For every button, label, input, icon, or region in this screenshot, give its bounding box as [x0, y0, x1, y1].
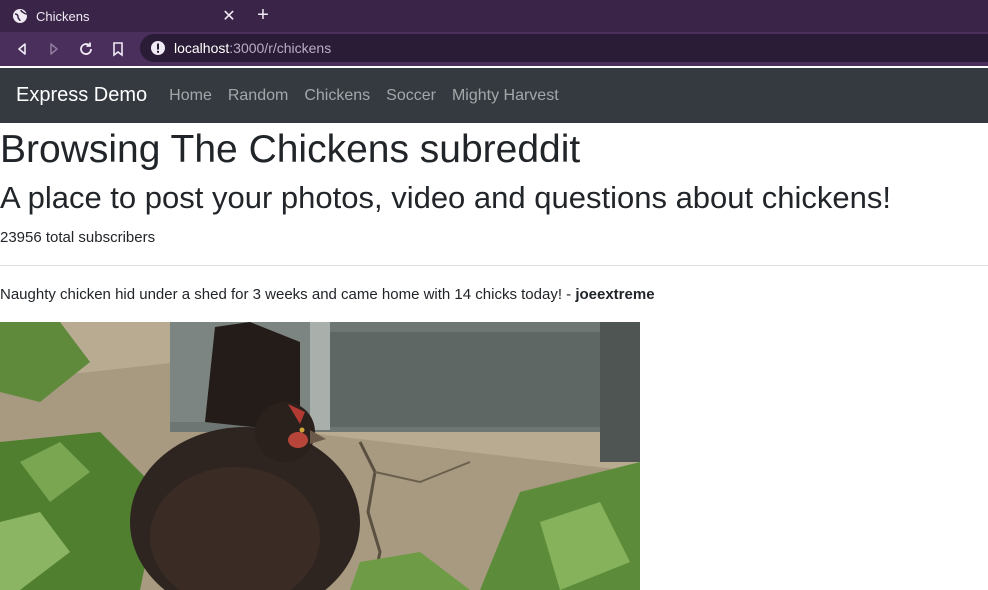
browser-tab-strip: Chickens ✕ +	[0, 0, 988, 32]
nav-link-chickens[interactable]: Chickens	[304, 87, 370, 105]
subscriber-count: 23956 total subscribers	[0, 229, 156, 246]
post-image	[0, 322, 640, 590]
url-host: localhost	[174, 40, 230, 56]
post-title: Naughty chicken hid under a shed for 3 w…	[0, 286, 562, 303]
app-navbar: Express Demo Home Random Chickens Soccer…	[0, 68, 988, 123]
tab-title: Chickens	[36, 8, 90, 24]
globe-icon	[12, 8, 28, 24]
back-icon[interactable]	[6, 34, 38, 64]
chicken-photo	[0, 322, 640, 590]
nav-link-home[interactable]: Home	[169, 87, 212, 105]
close-tab-icon[interactable]: ✕	[221, 8, 237, 25]
bookmark-icon[interactable]	[102, 34, 134, 64]
post-author: joeextreme	[575, 286, 655, 303]
browser-tab[interactable]: Chickens ✕	[0, 0, 245, 32]
forward-icon[interactable]	[38, 34, 70, 64]
new-tab-icon[interactable]: +	[252, 4, 274, 26]
url-path: :3000/r/chickens	[229, 40, 332, 56]
page-title: Browsing The Chickens subreddit	[0, 128, 581, 171]
nav-link-mighty-harvest[interactable]: Mighty Harvest	[452, 87, 559, 105]
divider	[0, 265, 988, 266]
page-subtitle: A place to post your photos, video and q…	[0, 180, 891, 215]
reload-icon[interactable]	[70, 34, 102, 64]
nav-link-soccer[interactable]: Soccer	[386, 87, 436, 105]
post-separator: -	[561, 286, 576, 303]
address-bar[interactable]: localhost:3000/r/chickens	[140, 34, 988, 62]
nav-link-random[interactable]: Random	[228, 87, 288, 105]
site-info-icon[interactable]	[150, 40, 166, 56]
post-heading: Naughty chicken hid under a shed for 3 w…	[0, 286, 655, 303]
navbar-brand[interactable]: Express Demo	[16, 84, 147, 107]
